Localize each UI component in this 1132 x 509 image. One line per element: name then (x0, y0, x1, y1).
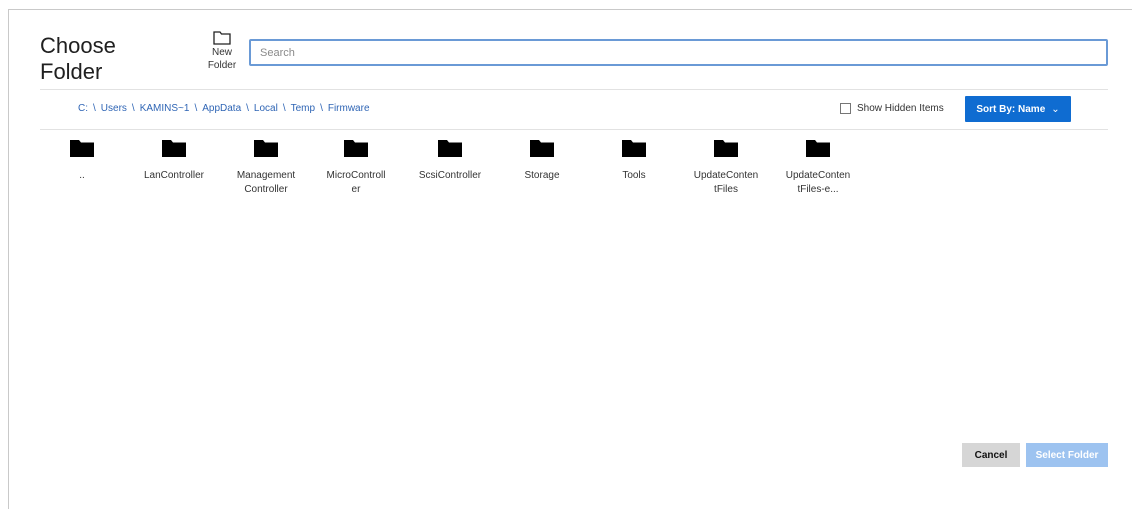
header-divider (40, 89, 1108, 90)
breadcrumb-separator: \ (282, 103, 286, 114)
sort-by-button[interactable]: Sort By: Name ⌄ (965, 96, 1071, 122)
breadcrumb-separator: \ (320, 103, 323, 114)
search-input[interactable] (249, 39, 1108, 66)
new-folder-button[interactable]: New Folder (202, 30, 242, 72)
folder-item[interactable]: UpdateContentFiles (686, 140, 766, 197)
folder-icon (438, 140, 462, 157)
window-left-border (8, 9, 9, 509)
folder-name: Management Controller (236, 170, 296, 195)
folder-name: UpdateContentFiles-e... (785, 170, 851, 195)
show-hidden-label: Show Hidden Items (857, 103, 944, 114)
dialog-title: Choose Folder (40, 33, 116, 84)
folder-item[interactable]: Management Controller (226, 140, 306, 197)
folder-name: .. (79, 170, 85, 181)
breadcrumb-item-local[interactable]: Local (254, 103, 278, 114)
folder-icon (162, 140, 186, 157)
folder-name: ScsiController (418, 170, 482, 181)
folder-name: UpdateContentFiles (693, 170, 759, 195)
breadcrumb-item-appdata[interactable]: AppData (202, 103, 241, 114)
breadcrumb-item-user[interactable]: KAMINS~1 (140, 103, 190, 114)
folder-icon (622, 140, 646, 157)
folder-icon (344, 140, 368, 157)
folder-item[interactable]: LanController (134, 140, 214, 183)
select-folder-button[interactable]: Select Folder (1026, 443, 1108, 467)
breadcrumb-item-temp[interactable]: Temp (291, 103, 315, 114)
folder-name: LanController (143, 170, 205, 181)
folder-icon (714, 140, 738, 157)
folder-name: Storage (524, 170, 560, 181)
folder-item[interactable]: Storage (502, 140, 582, 183)
folder-item[interactable]: UpdateContentFiles-e... (778, 140, 858, 197)
breadcrumb-item-users[interactable]: Users (101, 103, 127, 114)
folder-icon (70, 140, 94, 157)
breadcrumb-separator: \ (194, 103, 198, 114)
breadcrumb-item-drive[interactable]: C: (78, 103, 88, 114)
folder-item[interactable]: .. (42, 140, 122, 183)
folder-outline-icon (213, 31, 231, 45)
window-top-border (8, 9, 1132, 10)
cancel-button[interactable]: Cancel (962, 443, 1020, 467)
toolbar-divider (40, 129, 1108, 130)
chevron-down-icon: ⌄ (1051, 103, 1060, 115)
folder-icon (806, 140, 830, 157)
folder-name: Tools (622, 170, 646, 181)
new-folder-label: New Folder (207, 47, 237, 71)
folder-name: MicroController (326, 170, 386, 195)
folder-icon (254, 140, 278, 157)
breadcrumb: C: \ Users \ KAMINS~1 \ AppData \ Local \ Temp \ Fir… (78, 103, 370, 114)
sort-by-label: Sort By: Name (976, 103, 1046, 115)
breadcrumb-item-firmware[interactable]: Firmware (328, 103, 370, 114)
breadcrumb-separator: \ (246, 103, 249, 114)
show-hidden-checkbox[interactable] (840, 103, 851, 114)
breadcrumb-separator: \ (131, 103, 135, 114)
folder-icon (530, 140, 554, 157)
folder-item[interactable]: MicroController (316, 140, 396, 197)
breadcrumb-separator: \ (93, 103, 96, 114)
folder-item[interactable]: Tools (594, 140, 674, 183)
show-hidden-items-toggle[interactable]: Show Hidden Items (840, 103, 944, 114)
folder-item[interactable]: ScsiController (410, 140, 490, 183)
